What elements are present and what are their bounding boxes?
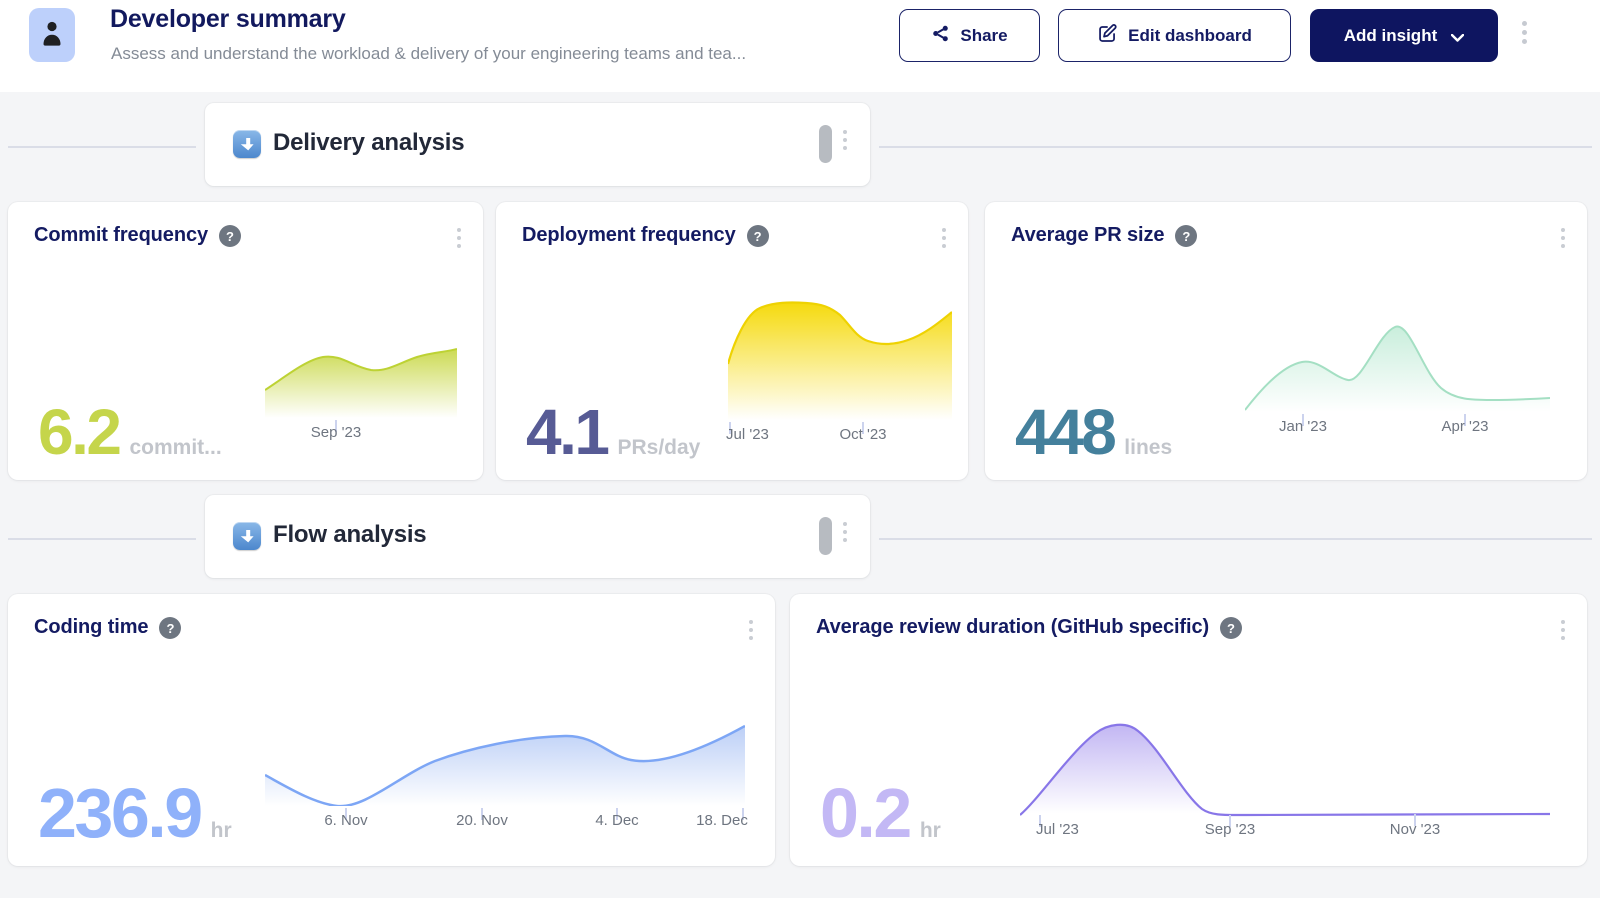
share-button-label: Share [960, 26, 1007, 46]
card-title: Coding time [34, 616, 148, 639]
axis-label: 20. Nov [456, 812, 508, 829]
metric-value-row: 0.2 hr [820, 778, 941, 848]
down-arrow-emoji-icon [233, 130, 261, 158]
section-header-delivery-analysis: Delivery analysis [205, 103, 870, 186]
section-title: Flow analysis [273, 521, 426, 549]
page-title: Developer summary [110, 5, 346, 34]
metric-card-commit-frequency: Commit frequency ? 6.2 commit... Sep '23 [8, 202, 483, 480]
page-subtitle: Assess and understand the workload & del… [111, 44, 901, 64]
card-overflow-menu-icon[interactable] [457, 228, 461, 248]
section-drag-handle[interactable] [819, 517, 832, 555]
down-arrow-emoji-icon [233, 522, 261, 550]
metric-unit: PRs/day [617, 436, 700, 460]
sparkline-chart: Jan '23 Apr '23 [1245, 320, 1550, 412]
section-drag-handle[interactable] [819, 125, 832, 163]
section-divider-right [879, 146, 1592, 148]
help-icon[interactable]: ? [1175, 225, 1197, 247]
axis-label: 6. Nov [324, 812, 367, 829]
metric-card-deployment-frequency: Deployment frequency ? 4.1 PRs/day Jul '… [496, 202, 968, 480]
card-overflow-menu-icon[interactable] [942, 228, 946, 248]
metric-value: 448 [1015, 400, 1114, 464]
person-icon [41, 20, 63, 51]
dashboard-avatar [29, 8, 75, 62]
card-overflow-menu-icon[interactable] [1561, 228, 1565, 248]
section-header-flow-analysis: Flow analysis [205, 495, 870, 578]
app-header: Developer summary Assess and understand … [0, 0, 1600, 92]
help-icon[interactable]: ? [219, 225, 241, 247]
help-icon[interactable]: ? [1220, 617, 1242, 639]
share-icon [931, 24, 950, 48]
edit-dashboard-button[interactable]: Edit dashboard [1058, 9, 1291, 62]
help-icon[interactable]: ? [159, 617, 181, 639]
edit-dashboard-button-label: Edit dashboard [1128, 26, 1252, 46]
edit-icon [1097, 23, 1118, 49]
section-divider-left [8, 538, 196, 540]
sparkline-chart: Jul '23 Oct '23 [728, 300, 952, 420]
section-divider-left [8, 146, 196, 148]
metric-unit: lines [1124, 436, 1172, 460]
add-insight-button-label: Add insight [1344, 26, 1437, 46]
sparkline-chart: Sep '23 [265, 344, 457, 418]
card-title: Average review duration (GitHub specific… [816, 616, 1209, 639]
axis-label: 4. Dec [595, 812, 638, 829]
axis-label: Jan '23 [1279, 418, 1327, 435]
section-overflow-menu-icon[interactable] [843, 522, 847, 542]
axis-label: Jul '23 [726, 426, 769, 443]
axis-label: Oct '23 [839, 426, 886, 443]
help-icon[interactable]: ? [747, 225, 769, 247]
metric-value-row: 6.2 commit... [38, 400, 222, 464]
metric-value-row: 448 lines [1015, 400, 1172, 464]
metric-unit: hr [211, 819, 232, 843]
axis-label: Sep '23 [1205, 821, 1255, 838]
axis-label: Sep '23 [311, 424, 361, 441]
share-button[interactable]: Share [899, 9, 1040, 62]
sparkline-chart: 6. Nov 20. Nov 4. Dec 18. Dec [265, 723, 745, 806]
axis-label: 18. Dec [696, 812, 748, 829]
metric-unit: hr [920, 819, 941, 843]
metric-value: 4.1 [526, 400, 607, 464]
card-title: Deployment frequency [522, 224, 736, 247]
metric-unit: commit... [129, 436, 221, 460]
metric-value: 6.2 [38, 400, 119, 464]
card-title: Commit frequency [34, 224, 208, 247]
header-overflow-menu-icon[interactable] [1522, 21, 1527, 44]
card-overflow-menu-icon[interactable] [1561, 620, 1565, 640]
add-insight-button[interactable]: Add insight [1310, 9, 1498, 62]
metric-card-coding-time: Coding time ? 236.9 hr 6. Nov 20. Nov 4.… [8, 594, 775, 866]
metric-value-row: 236.9 hr [38, 778, 232, 848]
section-title: Delivery analysis [273, 129, 464, 157]
section-divider-right [879, 538, 1592, 540]
axis-label: Apr '23 [1441, 418, 1488, 435]
axis-label: Nov '23 [1390, 821, 1440, 838]
card-overflow-menu-icon[interactable] [749, 620, 753, 640]
caret-down-icon [1451, 27, 1464, 47]
sparkline-chart: Jul '23 Sep '23 Nov '23 [1020, 718, 1550, 818]
card-title: Average PR size [1011, 224, 1164, 247]
metric-value-row: 4.1 PRs/day [526, 400, 700, 464]
metric-card-average-review-duration: Average review duration (GitHub specific… [790, 594, 1587, 866]
metric-card-average-pr-size: Average PR size ? 448 lines Jan '23 Apr … [985, 202, 1587, 480]
axis-label: Jul '23 [1036, 821, 1079, 838]
section-overflow-menu-icon[interactable] [843, 130, 847, 150]
metric-value: 0.2 [820, 778, 910, 848]
metric-value: 236.9 [38, 778, 201, 848]
